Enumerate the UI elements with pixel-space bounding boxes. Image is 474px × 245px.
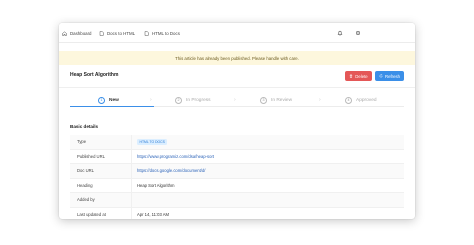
document-icon bbox=[144, 30, 149, 36]
detail-row-doc-url: Doc URL https://docs.google.com/document… bbox=[70, 164, 404, 179]
app-window: Dashboard Docs to HTML HTML to Docs This… bbox=[59, 23, 415, 219]
detail-row-last-updated: Last updated at Apr 14, 11:03 AM bbox=[70, 207, 404, 219]
step-approved[interactable]: 4 Approved bbox=[345, 95, 377, 105]
heading-value: Heap Sort Algorithm bbox=[137, 182, 175, 188]
detail-row-added-by: Added by bbox=[70, 193, 404, 208]
step-number: 3 bbox=[260, 96, 267, 104]
chevron-right-icon: › bbox=[150, 97, 152, 103]
gear-icon[interactable] bbox=[353, 28, 363, 38]
row-divider bbox=[131, 135, 132, 149]
step-in-review[interactable]: 3 In Review bbox=[260, 95, 292, 105]
delete-button[interactable]: Delete bbox=[345, 71, 372, 81]
page-title: Heap Sort Algorithm bbox=[70, 72, 119, 78]
trash-icon bbox=[350, 74, 353, 78]
detail-row-type: Type HTML TO DOCS bbox=[70, 135, 404, 150]
published-warning-banner: This article has already been published.… bbox=[59, 51, 415, 65]
step-label: New bbox=[109, 97, 119, 103]
top-navbar: Dashboard Docs to HTML HTML to Docs bbox=[59, 23, 415, 43]
detail-label: Added by bbox=[77, 197, 95, 203]
detail-label: Heading bbox=[77, 182, 93, 188]
nav-docs-to-html[interactable]: Docs to HTML bbox=[99, 23, 135, 43]
bell-icon[interactable] bbox=[335, 28, 345, 38]
row-divider bbox=[131, 164, 132, 178]
step-new[interactable]: 1 New bbox=[98, 95, 119, 105]
step-label: In Review bbox=[271, 97, 293, 103]
detail-row-heading: Heading Heap Sort Algorithm bbox=[70, 178, 404, 193]
row-divider bbox=[131, 207, 132, 219]
details-table: Type HTML TO DOCS Published URL https://… bbox=[70, 135, 404, 219]
detail-label: Doc URL bbox=[77, 168, 94, 174]
chevron-right-icon: › bbox=[319, 97, 321, 103]
row-divider bbox=[131, 149, 132, 163]
step-progress-fill bbox=[70, 106, 154, 108]
section-title: Basic details bbox=[70, 124, 99, 129]
step-number: 1 bbox=[98, 96, 105, 104]
home-icon bbox=[62, 30, 67, 36]
detail-label: Last updated at bbox=[77, 211, 106, 217]
detail-row-published-url: Published URL https://www.programiz.com/… bbox=[70, 149, 404, 164]
step-label: Approved bbox=[356, 97, 377, 103]
nav-html-to-docs[interactable]: HTML to Docs bbox=[144, 23, 180, 43]
header-divider bbox=[59, 87, 415, 88]
refresh-button[interactable]: Refresh bbox=[375, 71, 404, 81]
step-number: 4 bbox=[345, 96, 352, 104]
detail-label: Type bbox=[77, 139, 87, 145]
step-progress-track bbox=[70, 106, 404, 108]
row-divider bbox=[131, 178, 132, 192]
step-in-progress[interactable]: 2 In Progress bbox=[175, 95, 211, 105]
document-icon bbox=[99, 30, 104, 36]
type-badge: HTML TO DOCS bbox=[137, 138, 168, 145]
nav-dashboard[interactable]: Dashboard bbox=[62, 23, 91, 43]
step-number: 2 bbox=[175, 96, 182, 104]
refresh-button-label: Refresh bbox=[384, 73, 401, 79]
doc-url-link[interactable]: https://docs.google.com/document/d/ bbox=[137, 168, 205, 173]
banner-text: This article has already been published.… bbox=[175, 55, 299, 61]
refresh-icon bbox=[379, 74, 383, 78]
detail-label: Published URL bbox=[77, 153, 105, 159]
nav-html-to-docs-label: HTML to Docs bbox=[152, 30, 180, 36]
nav-docs-to-html-label: Docs to HTML bbox=[107, 30, 136, 36]
row-divider bbox=[131, 193, 132, 207]
delete-button-label: Delete bbox=[355, 73, 368, 79]
step-label: In Progress bbox=[186, 97, 211, 103]
last-updated-value: Apr 14, 11:03 AM bbox=[137, 211, 170, 217]
chevron-right-icon: › bbox=[234, 97, 236, 103]
published-url-link[interactable]: https://www.programiz.com/dsa/heap-sort bbox=[137, 154, 214, 159]
nav-dashboard-label: Dashboard bbox=[70, 30, 92, 36]
